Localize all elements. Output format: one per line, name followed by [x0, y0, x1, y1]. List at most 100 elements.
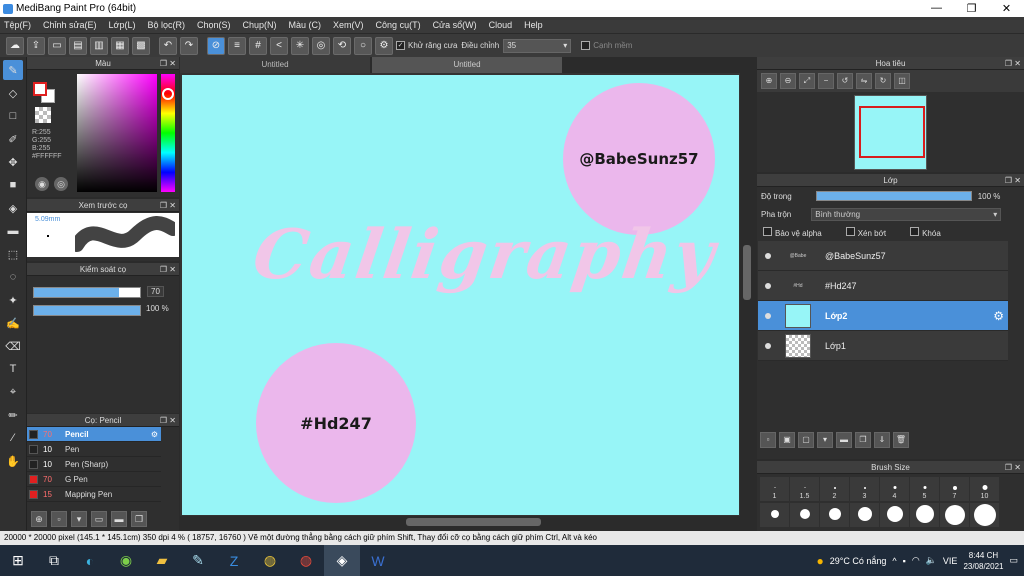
correction-select[interactable]: 35: [503, 38, 572, 53]
chrome-icon[interactable]: ◍: [252, 545, 288, 576]
lasso-tool-icon[interactable]: ◌: [3, 267, 23, 287]
move-tool-icon[interactable]: ✥: [3, 152, 23, 172]
file-explorer-icon[interactable]: ▰: [144, 545, 180, 576]
horizontal-scrollbar[interactable]: [180, 516, 740, 528]
panel-close-icon[interactable]: ❐ ✕: [160, 199, 176, 212]
menu-tools[interactable]: Công cụ(T): [376, 20, 421, 30]
select-eraser-tool-icon[interactable]: ⌫: [3, 336, 23, 356]
brush-menu-icon[interactable]: ▾: [71, 511, 87, 527]
brush-item[interactable]: 10 Pen (Sharp): [27, 457, 161, 472]
add-brush-icon[interactable]: ⊕: [31, 511, 47, 527]
rotate-right-icon[interactable]: ↻: [875, 73, 891, 89]
select-pen-tool-icon[interactable]: ✍: [3, 313, 23, 333]
brush-size-cell[interactable]: [940, 503, 969, 527]
cloud-icon[interactable]: ☁: [6, 36, 24, 55]
weather-text[interactable]: 29°C Có nắng: [830, 556, 887, 566]
brush-item[interactable]: 70 G Pen: [27, 472, 161, 487]
volume-icon[interactable]: 🔈: [926, 555, 937, 566]
edge-browser-icon[interactable]: ◐: [72, 545, 108, 576]
drawing-canvas[interactable]: @BabeSunz57 #Hd247 Calligraphy: [182, 75, 739, 515]
menu-select[interactable]: Chọn(S): [197, 20, 231, 30]
brush-size-cell[interactable]: [760, 503, 789, 527]
brush-size-cell[interactable]: 7: [940, 477, 969, 501]
folder-icon[interactable]: ▬: [111, 511, 127, 527]
vertical-scrollbar[interactable]: [741, 73, 753, 516]
layer-menu-icon[interactable]: ▾: [817, 432, 833, 448]
navigator-thumbnail[interactable]: [854, 95, 927, 170]
snap-off-icon[interactable]: ⊘: [207, 36, 225, 55]
word-icon[interactable]: W: [360, 545, 396, 576]
brush-opacity-slider[interactable]: [33, 305, 141, 316]
panel-close-icon[interactable]: ❐ ✕: [1005, 174, 1021, 187]
close-button[interactable]: ✕: [989, 2, 1024, 15]
alpha-protect-checkbox[interactable]: [763, 226, 772, 236]
fit-icon[interactable]: ⤢: [799, 73, 815, 89]
notification-icon[interactable]: ▭: [1009, 555, 1018, 566]
brush-size-cell[interactable]: 2: [820, 477, 849, 501]
brush-size-cell[interactable]: [970, 503, 999, 527]
horizontal-scroll-thumb[interactable]: [406, 518, 541, 526]
menu-layer[interactable]: Lớp(L): [109, 20, 136, 30]
eye-icon[interactable]: [765, 342, 771, 349]
snap-circle-icon[interactable]: ◎: [312, 36, 330, 55]
panel-close-icon[interactable]: ❐ ✕: [1005, 461, 1021, 474]
menu-window[interactable]: Cửa sổ(W): [433, 20, 477, 30]
viewport-frame[interactable]: [859, 106, 925, 158]
snap-vanish-icon[interactable]: <: [270, 36, 288, 55]
saturation-value-picker[interactable]: [77, 74, 157, 192]
brush-size-cell[interactable]: 4: [880, 477, 909, 501]
rect-tool-icon[interactable]: □: [3, 106, 23, 126]
eye-icon[interactable]: [765, 252, 771, 259]
new-brush-icon[interactable]: ▫: [51, 511, 67, 527]
gear-icon[interactable]: ⚙: [151, 430, 158, 439]
copy-brush-icon[interactable]: ▭: [91, 511, 107, 527]
snap-curve-icon[interactable]: ⟲: [333, 36, 351, 55]
eye-icon[interactable]: [765, 312, 771, 319]
brush-item[interactable]: 10 Pen: [27, 442, 161, 457]
brush-item[interactable]: 70 Pencil ⚙: [27, 427, 161, 442]
menu-edit[interactable]: Chỉnh sửa(E): [43, 20, 97, 30]
zoom-minus-icon[interactable]: −: [818, 73, 834, 89]
layout-icon[interactable]: ▦: [111, 36, 129, 55]
layer-row[interactable]: @Babe @BabeSunz57: [758, 241, 1008, 271]
tray-up-icon[interactable]: ^: [892, 556, 896, 566]
brush-size-cell[interactable]: [910, 503, 939, 527]
grid-icon[interactable]: ▩: [132, 36, 150, 55]
menu-view[interactable]: Xem(V): [333, 20, 364, 30]
hue-knob[interactable]: [162, 88, 174, 100]
duplicate-icon[interactable]: ❐: [131, 511, 147, 527]
blend-select[interactable]: Bình thường: [811, 207, 1002, 221]
hand-tool-icon[interactable]: ✋: [3, 451, 23, 471]
share-icon[interactable]: ⇪: [27, 36, 45, 55]
snap-radial-icon[interactable]: ✳: [291, 36, 309, 55]
paint-app-icon[interactable]: ✎: [180, 545, 216, 576]
panel-close-icon[interactable]: ❐ ✕: [160, 57, 176, 70]
eye-icon[interactable]: [765, 282, 771, 289]
gear-icon[interactable]: ⚙: [993, 309, 1004, 323]
dot-tool-icon[interactable]: ✐: [3, 129, 23, 149]
snap-cross-icon[interactable]: #: [249, 36, 267, 55]
brush-size-cell[interactable]: [850, 503, 879, 527]
select-tool-icon[interactable]: ⬚: [3, 244, 23, 264]
undo-icon[interactable]: ↶: [159, 36, 177, 55]
panel-close-icon[interactable]: ❐ ✕: [160, 263, 176, 276]
brush-size-cell[interactable]: 1.5: [790, 477, 819, 501]
tab-untitled-2[interactable]: Untitled: [372, 57, 562, 73]
palette-add-icon[interactable]: ◎: [54, 177, 68, 191]
medibang-icon[interactable]: ◈: [324, 545, 360, 576]
brush-size-cell[interactable]: [820, 503, 849, 527]
minimize-button[interactable]: —: [919, 2, 954, 15]
folder-icon[interactable]: ▬: [836, 432, 852, 448]
page-icon[interactable]: ▤: [69, 36, 87, 55]
trash-icon[interactable]: 🗑: [893, 432, 909, 448]
menu-file[interactable]: Tệp(F): [4, 20, 31, 30]
canvas-area[interactable]: @BabeSunz57 #Hd247 Calligraphy: [180, 73, 740, 516]
document-icon[interactable]: ▥: [90, 36, 108, 55]
new-halftone-layer-icon[interactable]: ▣: [779, 432, 795, 448]
tab-untitled-1[interactable]: Untitled: [180, 57, 370, 73]
brush-item[interactable]: 15 Mapping Pen: [27, 487, 161, 502]
vertical-scroll-thumb[interactable]: [743, 245, 751, 300]
panel-close-icon[interactable]: ❐ ✕: [160, 414, 176, 427]
lock-checkbox[interactable]: [910, 226, 920, 236]
transparent-swatch[interactable]: [35, 107, 51, 123]
